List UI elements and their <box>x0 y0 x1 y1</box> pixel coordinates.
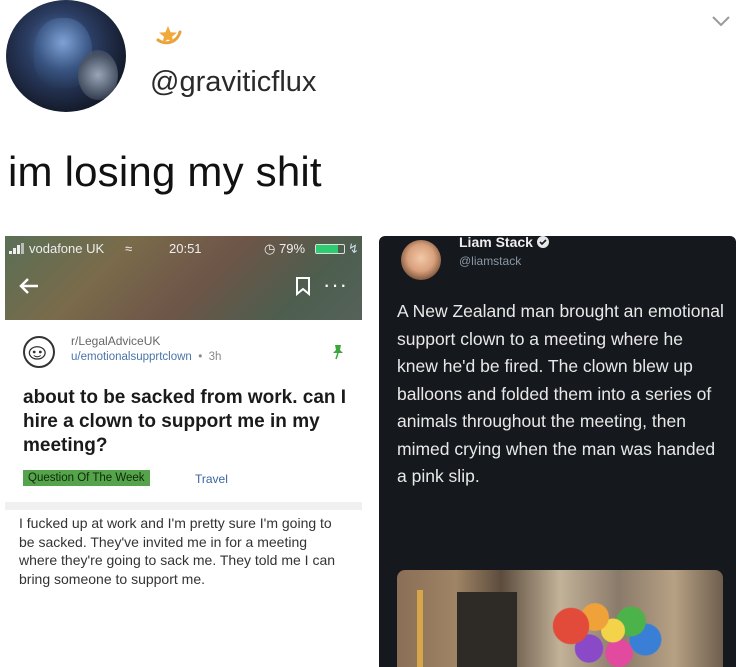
star-badge-icon <box>156 26 182 45</box>
meta-separator: • <box>195 351 206 363</box>
wifi-icon: ≈ <box>125 241 133 256</box>
subreddit-icon[interactable] <box>23 336 55 368</box>
back-arrow-icon[interactable] <box>17 274 41 298</box>
bookmark-icon[interactable] <box>295 276 311 296</box>
balloon-cluster-image <box>547 590 667 667</box>
photo-window <box>457 592 517 667</box>
signal-icon <box>9 243 24 254</box>
flair-link[interactable]: Travel <box>195 470 228 488</box>
pin-icon <box>333 345 343 360</box>
subreddit-name[interactable]: r/LegalAdviceUK <box>71 334 160 348</box>
more-icon[interactable]: ··· <box>323 272 348 298</box>
tweet-author-handle[interactable]: @liamstack <box>459 254 521 268</box>
tweet-body: A New Zealand man brought an emotional s… <box>397 301 724 486</box>
divider <box>5 502 362 510</box>
photo-pole <box>417 590 423 667</box>
author-handle[interactable]: @graviticflux <box>150 66 316 99</box>
status-time: 20:51 <box>169 241 202 256</box>
phone-status-bar: vodafone UK ≈ 20:51 ◷ 79% ↯ ··· <box>5 236 362 320</box>
post-age: 3h <box>208 351 222 363</box>
post-title[interactable]: about to be sacked from work. can I hire… <box>23 386 353 458</box>
verified-icon <box>537 236 549 248</box>
alarm-icon: ◷ <box>264 241 276 256</box>
chevron-down-icon[interactable] <box>710 10 732 32</box>
battery-percent: 79% <box>279 241 306 256</box>
tweet-photo[interactable] <box>397 570 723 667</box>
post-author[interactable]: u/emotionalsupprtclown <box>71 351 192 363</box>
tweet-text: im losing my shit <box>8 148 322 195</box>
post-author-line: u/emotionalsupprtclown • 3h <box>71 351 221 363</box>
reddit-screenshot: vodafone UK ≈ 20:51 ◷ 79% ↯ ··· r/LegalA… <box>5 236 362 644</box>
post-body: I fucked up at work and I'm pretty sure … <box>19 515 336 587</box>
tweet-author-name[interactable]: Liam Stack <box>459 236 533 250</box>
flair-badge[interactable]: Question Of The Week <box>23 470 150 486</box>
carrier-name: vodafone UK <box>29 241 105 256</box>
battery-icon <box>315 244 345 254</box>
charging-icon: ↯ <box>348 241 359 256</box>
tweet-author-avatar[interactable] <box>401 240 441 280</box>
twitter-screenshot: Liam Stack @liamstack A New Zealand man … <box>379 236 736 667</box>
profile-avatar[interactable] <box>6 0 126 112</box>
post-meta: r/LegalAdviceUK u/emotionalsupprtclown •… <box>23 330 353 374</box>
